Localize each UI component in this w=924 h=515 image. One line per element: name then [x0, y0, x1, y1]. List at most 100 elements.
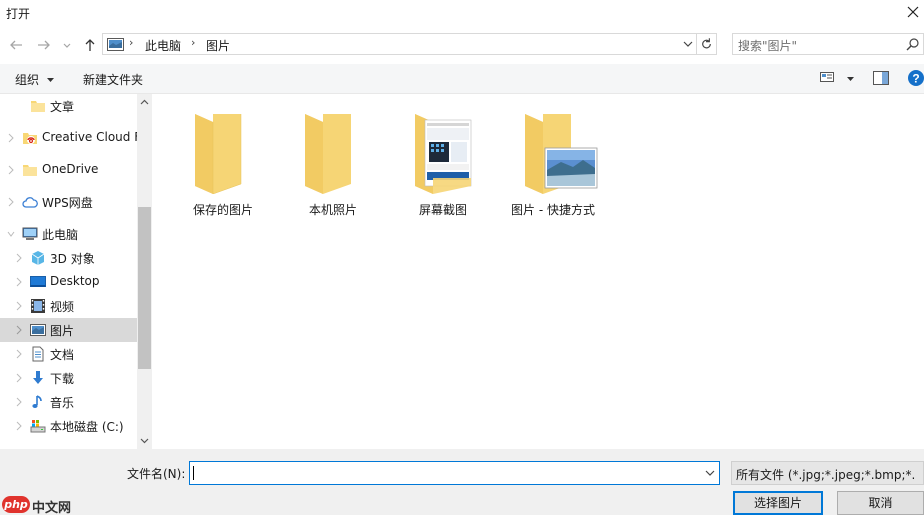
folder-shortcut-icon [525, 114, 598, 194]
nav-label: 此电脑 [42, 228, 79, 242]
file-label: 保存的图片 [192, 203, 253, 217]
chevron-right-icon[interactable] [15, 349, 23, 359]
file-label: 图片 - 快捷方式 [511, 203, 595, 217]
pictures-icon [30, 324, 46, 336]
chevron-right-icon[interactable] [7, 133, 15, 143]
filename-field[interactable] [189, 461, 720, 485]
file-type-select[interactable]: 所有文件 (*.jpg;*.jpeg;*.bmp;*. [731, 461, 924, 485]
search-icon[interactable] [906, 37, 920, 51]
chevron-right-icon[interactable] [15, 301, 23, 311]
text-caret [193, 466, 194, 480]
watermark-text: 中文网 [32, 501, 72, 515]
desktop-icon [30, 276, 46, 287]
chevron-right-icon[interactable] [15, 277, 23, 287]
open-button[interactable]: 选择图片 [733, 491, 823, 515]
search-input[interactable]: 搜索"图片" [732, 33, 924, 55]
nav-item-music[interactable]: 音乐 [0, 390, 137, 414]
cancel-button[interactable]: 取消 [837, 491, 924, 515]
watermark-php: php [2, 496, 30, 513]
chevron-right-icon[interactable] [15, 421, 23, 431]
refresh-icon[interactable] [696, 34, 716, 54]
folder-icon [23, 165, 37, 176]
nav-item-creative-cloud[interactable]: Creative Cloud F [0, 126, 141, 150]
nav-item-this-pc[interactable]: 此电脑 [0, 222, 137, 246]
nav-item-downloads[interactable]: 下载 [0, 366, 137, 390]
pictures-location-icon [107, 38, 124, 51]
recent-dropdown-icon[interactable] [62, 37, 72, 53]
drive-icon [30, 420, 46, 433]
chevron-down-icon[interactable] [7, 229, 15, 239]
forward-arrow-icon[interactable] [36, 37, 52, 53]
window-title: 打开 [6, 7, 31, 21]
scrollbar-thumb[interactable] [138, 207, 151, 369]
chevron-right-icon[interactable] [7, 165, 15, 175]
nav-item-wps-drive[interactable]: WPS网盘 [0, 190, 137, 214]
file-list: 保存的图片 本机照片 屏幕截图 图片 - 快捷方式 [152, 94, 924, 449]
computer-icon [22, 227, 38, 240]
close-icon[interactable] [906, 3, 920, 19]
cube-icon [31, 251, 45, 265]
view-icon [820, 72, 834, 82]
chevron-right-icon[interactable] [7, 197, 15, 207]
breadcrumb-separator: › [129, 36, 134, 49]
caret-down-icon [46, 78, 54, 82]
nav-label: 音乐 [50, 396, 75, 410]
chevron-right-icon[interactable] [15, 397, 23, 407]
nav-item-onedrive[interactable]: OneDrive [0, 158, 137, 182]
chevron-right-icon[interactable] [15, 325, 23, 335]
nav-item-articles[interactable]: 文章 [0, 94, 137, 118]
nav-label: 文章 [50, 100, 75, 114]
file-item[interactable]: 图片 - 快捷方式 [503, 108, 603, 218]
view-options-button[interactable] [820, 71, 855, 86]
preview-pane-icon[interactable] [873, 71, 889, 85]
nav-item-local-disk-c[interactable]: 本地磁盘 (C:) [0, 414, 137, 438]
folder-icon [195, 114, 242, 194]
nav-item-documents[interactable]: 文档 [0, 342, 137, 366]
breadcrumb-this-pc[interactable]: 此电脑 [145, 37, 181, 54]
svg-text:?: ? [912, 72, 919, 86]
nav-label: Creative Cloud F [42, 130, 142, 144]
back-arrow-icon[interactable] [8, 37, 24, 53]
file-type-value: 所有文件 (*.jpg;*.jpeg;*.bmp;*. [736, 468, 916, 482]
nav-label: 文档 [50, 348, 75, 362]
file-item[interactable]: 保存的图片 [173, 108, 273, 218]
cloud-icon [22, 197, 38, 208]
organize-button[interactable]: 组织 [15, 71, 55, 88]
nav-item-desktop[interactable]: Desktop [0, 270, 137, 294]
search-placeholder: 搜索"图片" [738, 39, 798, 53]
nav-item-pictures[interactable]: 图片 [0, 318, 137, 342]
file-item[interactable]: 本机照片 [283, 108, 383, 218]
nav-scrollbar[interactable] [137, 94, 152, 449]
chevron-down-icon[interactable] [705, 468, 715, 478]
scroll-up-icon[interactable] [139, 97, 150, 108]
breadcrumb-separator[interactable]: › [191, 36, 195, 49]
new-folder-button[interactable]: 新建文件夹 [83, 71, 143, 88]
dialog-footer: 文件名(N): 所有文件 (*.jpg;*.jpeg;*.bmp;*. 选择图片… [0, 449, 924, 515]
address-bar[interactable]: › 此电脑 › 图片 [102, 33, 717, 55]
scroll-down-icon[interactable] [139, 435, 150, 446]
nav-label: 下载 [50, 372, 75, 386]
up-arrow-icon[interactable] [82, 37, 98, 53]
filename-label: 文件名(N): [127, 467, 186, 481]
document-icon [32, 346, 44, 362]
nav-label: 3D 对象 [50, 252, 95, 266]
download-icon [33, 371, 43, 384]
video-icon [31, 299, 45, 313]
nav-item-3d-objects[interactable]: 3D 对象 [0, 246, 137, 270]
folder-with-screenshot-icon [415, 114, 472, 194]
breadcrumb-pictures[interactable]: 图片 [206, 37, 230, 54]
file-item[interactable]: 屏幕截图 [393, 108, 493, 218]
folder-icon [305, 114, 351, 194]
nav-label: OneDrive [42, 162, 99, 176]
nav-label: 视频 [50, 300, 75, 314]
chevron-right-icon[interactable] [15, 253, 23, 263]
command-bar: 组织 新建文件夹 ? [0, 64, 924, 94]
nav-item-videos[interactable]: 视频 [0, 294, 137, 318]
chevron-right-icon[interactable] [15, 373, 23, 383]
creative-cloud-icon [23, 133, 37, 144]
title-bar: 打开 [0, 0, 924, 26]
folder-icon [31, 101, 45, 112]
help-icon[interactable]: ? [908, 70, 924, 86]
organize-label: 组织 [15, 73, 40, 87]
chevron-down-icon[interactable] [682, 38, 694, 50]
